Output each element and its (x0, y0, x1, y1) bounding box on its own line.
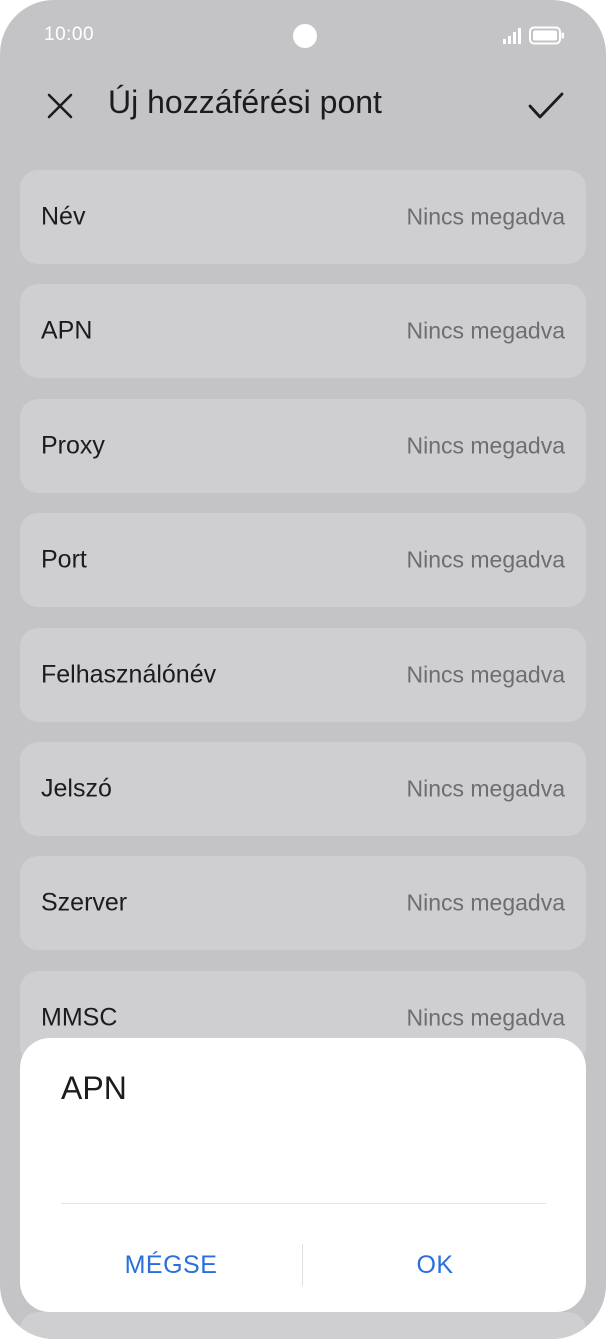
row-label: Proxy (41, 431, 105, 460)
check-icon (528, 92, 564, 119)
apn-input-dialog: APN MÉGSE OK (20, 1038, 586, 1312)
button-divider (302, 1244, 303, 1286)
row-value: Nincs megadva (406, 317, 565, 344)
cancel-button[interactable]: MÉGSE (51, 1238, 291, 1292)
setting-row-proxy[interactable]: Proxy Nincs megadva (20, 399, 586, 493)
app-header: Új hozzáférési pont (0, 72, 606, 138)
setting-row-server[interactable]: Szerver Nincs megadva (20, 856, 586, 950)
ok-button[interactable]: OK (315, 1238, 555, 1292)
row-value: Nincs megadva (406, 775, 565, 802)
camera-cutout (293, 24, 317, 48)
row-value: Nincs megadva (406, 1004, 565, 1031)
setting-row-apn[interactable]: APN Nincs megadva (20, 284, 586, 378)
apn-input[interactable] (61, 1148, 546, 1204)
status-time: 10:00 (44, 24, 95, 45)
confirm-button[interactable] (524, 84, 568, 128)
status-bar: 10:00 (0, 0, 606, 72)
row-value: Nincs megadva (406, 432, 565, 459)
dialog-title: APN (61, 1070, 127, 1106)
row-label: Felhasználónév (41, 660, 217, 689)
setting-row-port[interactable]: Port Nincs megadva (20, 513, 586, 607)
row-label: Jelszó (41, 774, 112, 803)
phone-screen: 10:00 Új hozzáférési pont Név Nincs mega… (0, 0, 606, 1339)
row-label: Szerver (41, 888, 128, 917)
setting-row-next (20, 1312, 586, 1339)
close-button[interactable] (40, 86, 80, 126)
row-value: Nincs megadva (406, 546, 565, 573)
setting-row-password[interactable]: Jelszó Nincs megadva (20, 742, 586, 836)
row-label: APN (41, 316, 93, 345)
setting-row-name[interactable]: Név Nincs megadva (20, 170, 586, 264)
row-label: MMSC (41, 1003, 118, 1032)
dialog-actions: MÉGSE OK (20, 1238, 586, 1292)
row-label: Név (41, 202, 86, 231)
signal-icon (503, 28, 521, 44)
page-title: Új hozzáférési pont (108, 84, 382, 120)
close-icon (47, 93, 73, 119)
row-label: Port (41, 545, 87, 574)
setting-row-username[interactable]: Felhasználónév Nincs megadva (20, 628, 586, 722)
row-value: Nincs megadva (406, 661, 565, 688)
battery-icon (529, 26, 564, 45)
row-value: Nincs megadva (406, 203, 565, 230)
row-value: Nincs megadva (406, 889, 565, 916)
